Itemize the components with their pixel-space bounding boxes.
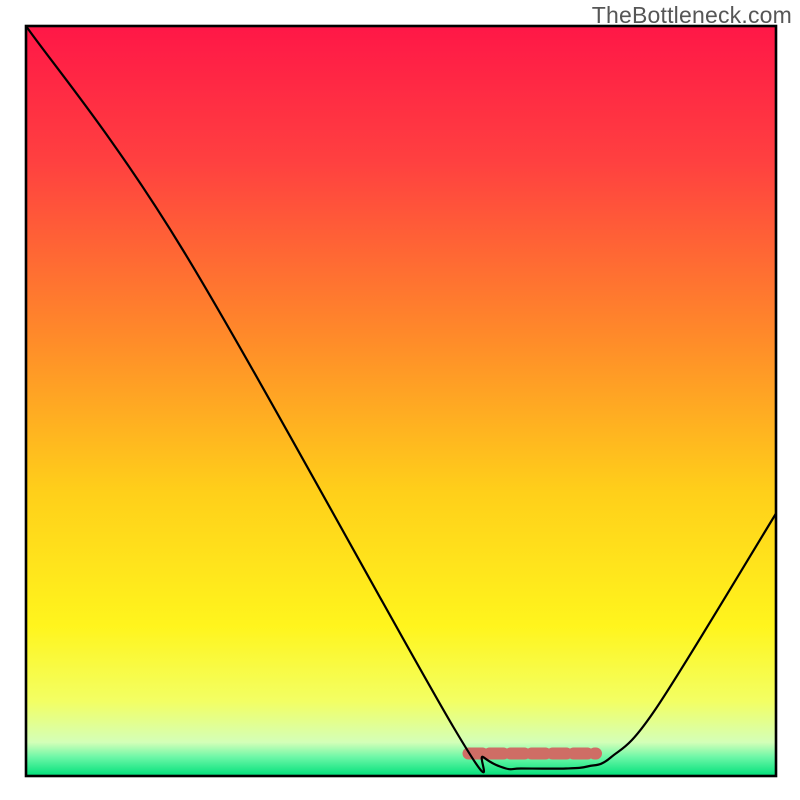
chart-svg xyxy=(0,0,800,800)
watermark-text: TheBottleneck.com xyxy=(592,2,792,29)
plot-background xyxy=(26,26,776,776)
chart-container: TheBottleneck.com xyxy=(0,0,800,800)
